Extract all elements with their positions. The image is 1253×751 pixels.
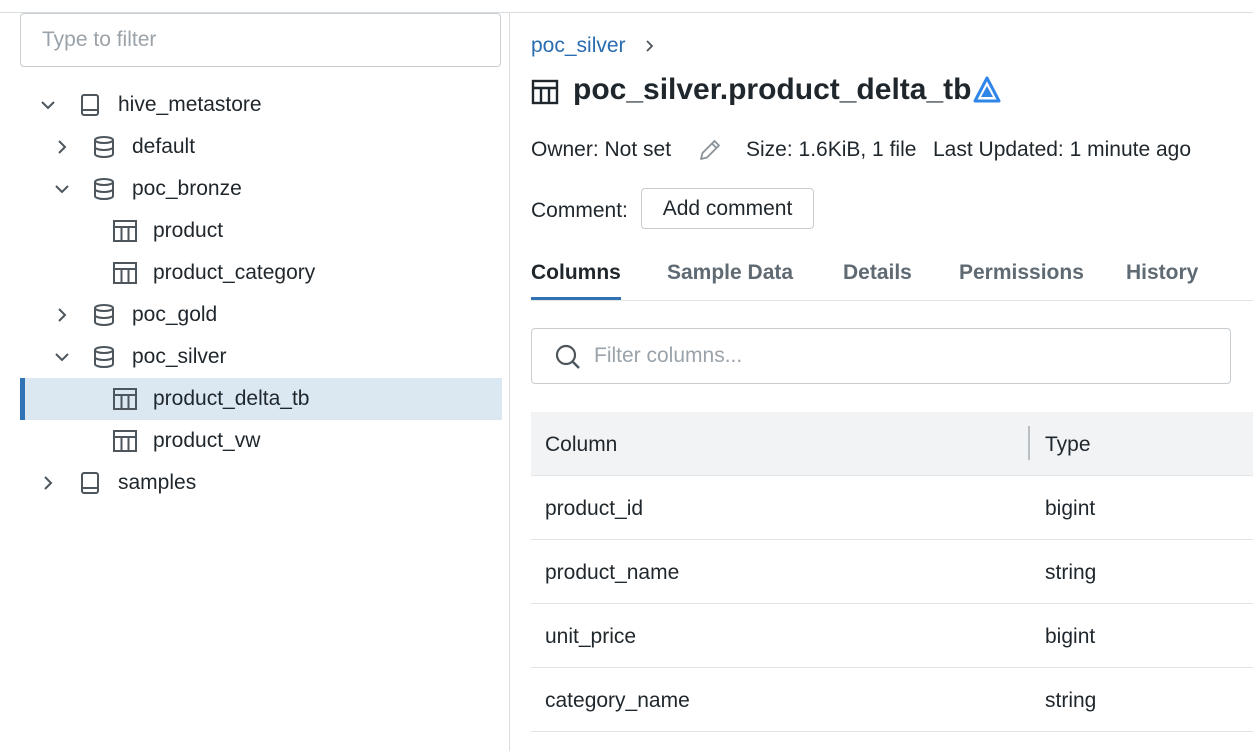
column-filter-input[interactable] bbox=[594, 329, 1214, 383]
cell-column-name: product_id bbox=[545, 497, 644, 520]
search-icon bbox=[555, 344, 580, 369]
panel-divider[interactable] bbox=[509, 12, 510, 751]
chevron-right-icon[interactable] bbox=[50, 303, 74, 327]
tree-item-poc-bronze[interactable]: poc_bronze bbox=[20, 168, 502, 210]
cell-column-type: bigint bbox=[1045, 497, 1096, 520]
tree-item-label: poc_bronze bbox=[132, 177, 242, 200]
tree-item-label: product_category bbox=[153, 261, 316, 284]
table-icon bbox=[113, 388, 137, 410]
tree-item-label: product_delta_tb bbox=[153, 387, 310, 410]
chevron-right-icon bbox=[646, 40, 654, 52]
tree-item-label: samples bbox=[118, 471, 197, 494]
tab-details[interactable]: Details bbox=[843, 258, 912, 300]
owner-label: Owner: Not set bbox=[531, 138, 672, 161]
comment-label: Comment: bbox=[531, 199, 628, 222]
database-icon bbox=[94, 178, 114, 200]
cell-column-type: string bbox=[1045, 689, 1097, 712]
tree-item-poc-gold[interactable]: poc_gold bbox=[20, 294, 502, 336]
tree-item-label: product bbox=[153, 219, 224, 242]
catalog-book-icon bbox=[81, 472, 99, 494]
header-type[interactable]: Type bbox=[1045, 432, 1091, 458]
table-icon bbox=[531, 79, 559, 105]
tree-item-product-vw[interactable]: product_vw bbox=[20, 420, 502, 462]
catalog-book-icon bbox=[81, 94, 99, 116]
chevron-down-icon[interactable] bbox=[50, 177, 74, 201]
cell-column-type: bigint bbox=[1045, 625, 1096, 648]
tree-item-label: poc_silver bbox=[132, 345, 227, 368]
tab-permissions[interactable]: Permissions bbox=[959, 258, 1084, 300]
breadcrumb-schema-link[interactable]: poc_silver bbox=[531, 34, 626, 57]
chevron-down-icon[interactable] bbox=[50, 345, 74, 369]
database-icon bbox=[94, 136, 114, 158]
tree-item-label: default bbox=[132, 135, 196, 158]
column-resize-handle[interactable] bbox=[1028, 426, 1030, 460]
tree-item-label: hive_metastore bbox=[118, 93, 262, 116]
pencil-icon[interactable] bbox=[697, 137, 723, 163]
delta-icon bbox=[973, 76, 1001, 103]
tree-item-poc-silver[interactable]: poc_silver bbox=[20, 336, 502, 378]
tab-bar: Columns Sample Data Details Permissions … bbox=[531, 258, 1253, 301]
add-comment-button[interactable]: Add comment bbox=[641, 188, 814, 229]
tree-item-samples[interactable]: samples bbox=[20, 462, 502, 504]
database-icon bbox=[94, 304, 114, 326]
last-updated-label: Last Updated: 1 minute ago bbox=[933, 138, 1192, 161]
tree-item-product-category[interactable]: product_category bbox=[20, 252, 502, 294]
chevron-right-icon[interactable] bbox=[50, 135, 74, 159]
cell-column-name: product_name bbox=[545, 561, 680, 584]
page-title: poc_silver.product_delta_tb bbox=[573, 73, 972, 106]
cell-column-name: unit_price bbox=[545, 625, 637, 648]
tab-history[interactable]: History bbox=[1126, 258, 1198, 300]
chevron-right-icon[interactable] bbox=[36, 471, 60, 495]
size-label: Size: 1.6KiB, 1 file bbox=[746, 138, 917, 161]
tree-item-hive-metastore[interactable]: hive_metastore bbox=[20, 84, 502, 126]
database-icon bbox=[94, 346, 114, 368]
tree-item-label: product_vw bbox=[153, 429, 261, 452]
tree-item-product[interactable]: product bbox=[20, 210, 502, 252]
table-icon bbox=[113, 430, 137, 452]
tree-item-product-delta-tb[interactable]: product_delta_tb bbox=[20, 378, 502, 420]
table-header: Column Type bbox=[531, 412, 1253, 476]
table-icon bbox=[113, 262, 137, 284]
header-column[interactable]: Column bbox=[545, 432, 617, 458]
breadcrumb: poc_silver bbox=[531, 34, 654, 60]
tree-item-label: poc_gold bbox=[132, 303, 218, 326]
cell-column-type: string bbox=[1045, 561, 1097, 584]
cell-column-name: category_name bbox=[545, 689, 690, 712]
tab-sample-data[interactable]: Sample Data bbox=[667, 258, 793, 300]
tree-filter-input[interactable] bbox=[21, 14, 500, 66]
table-icon bbox=[113, 220, 137, 242]
table-row: unit_price bigint bbox=[531, 604, 1253, 668]
table-row: product_id bigint bbox=[531, 476, 1253, 540]
table-row: product_name string bbox=[531, 540, 1253, 604]
columns-table: Column Type product_id bigint product_na… bbox=[531, 412, 1253, 732]
tree-item-default[interactable]: default bbox=[20, 126, 502, 168]
column-filter[interactable] bbox=[531, 328, 1231, 384]
chevron-down-icon[interactable] bbox=[36, 93, 60, 117]
tab-columns[interactable]: Columns bbox=[531, 258, 621, 300]
table-row: category_name string bbox=[531, 668, 1253, 732]
tree-filter[interactable] bbox=[20, 13, 501, 67]
